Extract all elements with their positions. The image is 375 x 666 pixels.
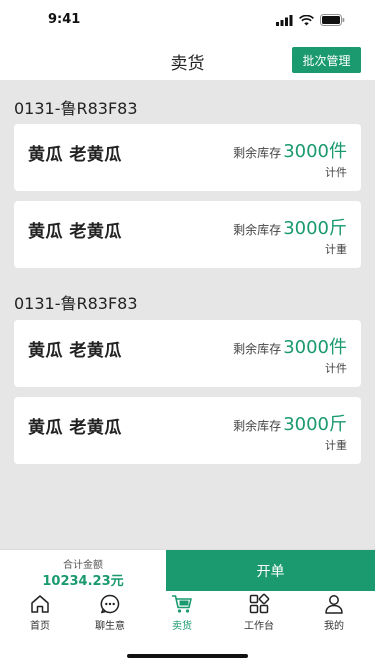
- open-order-button[interactable]: 开单: [166, 550, 375, 592]
- tab-profile[interactable]: 我的: [304, 593, 364, 633]
- chat-icon: [100, 594, 120, 614]
- checkout-bar: 合计金额 10234.23元 开单: [0, 549, 375, 592]
- tab-sell[interactable]: 卖货: [152, 593, 212, 633]
- home-icon: [31, 595, 49, 613]
- stock-label: 剩余库存: [233, 146, 282, 160]
- stock-value: 3000斤: [283, 218, 347, 239]
- tab-label: 聊生意: [95, 621, 125, 632]
- nav-bar: 卖货 批次管理: [0, 40, 375, 80]
- stock-info: 剩余库存 3000斤: [233, 214, 347, 240]
- wifi-icon: [299, 14, 314, 25]
- stock-info: 剩余库存 3000件: [233, 137, 347, 163]
- grid-icon: [249, 593, 270, 614]
- home-indicator: [127, 654, 248, 658]
- status-time: 9:41: [48, 12, 81, 27]
- batch-group-title: 0131-鲁R83F83: [14, 294, 138, 313]
- pricing-mode: 计件: [325, 362, 347, 375]
- batch-group-title: 0131-鲁R83F83: [14, 99, 138, 118]
- stock-label: 剩余库存: [233, 223, 282, 237]
- pricing-mode: 计重: [325, 243, 347, 256]
- signal-icon: [276, 14, 293, 26]
- tab-chat[interactable]: 聊生意: [80, 593, 140, 633]
- stock-label: 剩余库存: [233, 419, 282, 433]
- product-card[interactable]: 黄瓜 老黄瓜 剩余库存 3000斤 计重: [14, 201, 361, 268]
- stock-info: 剩余库存 3000件: [233, 333, 347, 359]
- total-amount: 合计金额 10234.23元: [0, 550, 166, 592]
- status-bar: 9:41: [0, 0, 375, 40]
- total-label: 合计金额: [63, 560, 103, 571]
- user-icon: [325, 595, 343, 614]
- status-icons: [276, 14, 345, 26]
- tab-label: 首页: [30, 621, 50, 632]
- total-value: 10234.23元: [42, 574, 124, 589]
- stock-value: 3000件: [283, 141, 347, 162]
- pricing-mode: 计件: [325, 166, 347, 179]
- product-name: 黄瓜 老黄瓜: [28, 145, 122, 165]
- stock-value: 3000斤: [283, 414, 347, 435]
- tab-label: 卖货: [172, 621, 192, 632]
- tab-label: 工作台: [244, 621, 274, 632]
- product-name: 黄瓜 老黄瓜: [28, 341, 122, 361]
- product-card[interactable]: 黄瓜 老黄瓜 剩余库存 3000斤 计重: [14, 397, 361, 464]
- cart-icon: [171, 595, 192, 613]
- tab-workbench[interactable]: 工作台: [229, 593, 289, 633]
- product-name: 黄瓜 老黄瓜: [28, 222, 122, 242]
- tab-home[interactable]: 首页: [10, 593, 70, 633]
- product-card[interactable]: 黄瓜 老黄瓜 剩余库存 3000件 计件: [14, 124, 361, 191]
- stock-label: 剩余库存: [233, 342, 282, 356]
- stock-value: 3000件: [283, 337, 347, 358]
- tab-label: 我的: [324, 621, 344, 632]
- product-card[interactable]: 黄瓜 老黄瓜 剩余库存 3000件 计件: [14, 320, 361, 387]
- pricing-mode: 计重: [325, 439, 347, 452]
- batch-manage-button[interactable]: 批次管理: [292, 47, 361, 73]
- product-name: 黄瓜 老黄瓜: [28, 418, 122, 438]
- stock-info: 剩余库存 3000斤: [233, 410, 347, 436]
- battery-icon: [320, 14, 345, 26]
